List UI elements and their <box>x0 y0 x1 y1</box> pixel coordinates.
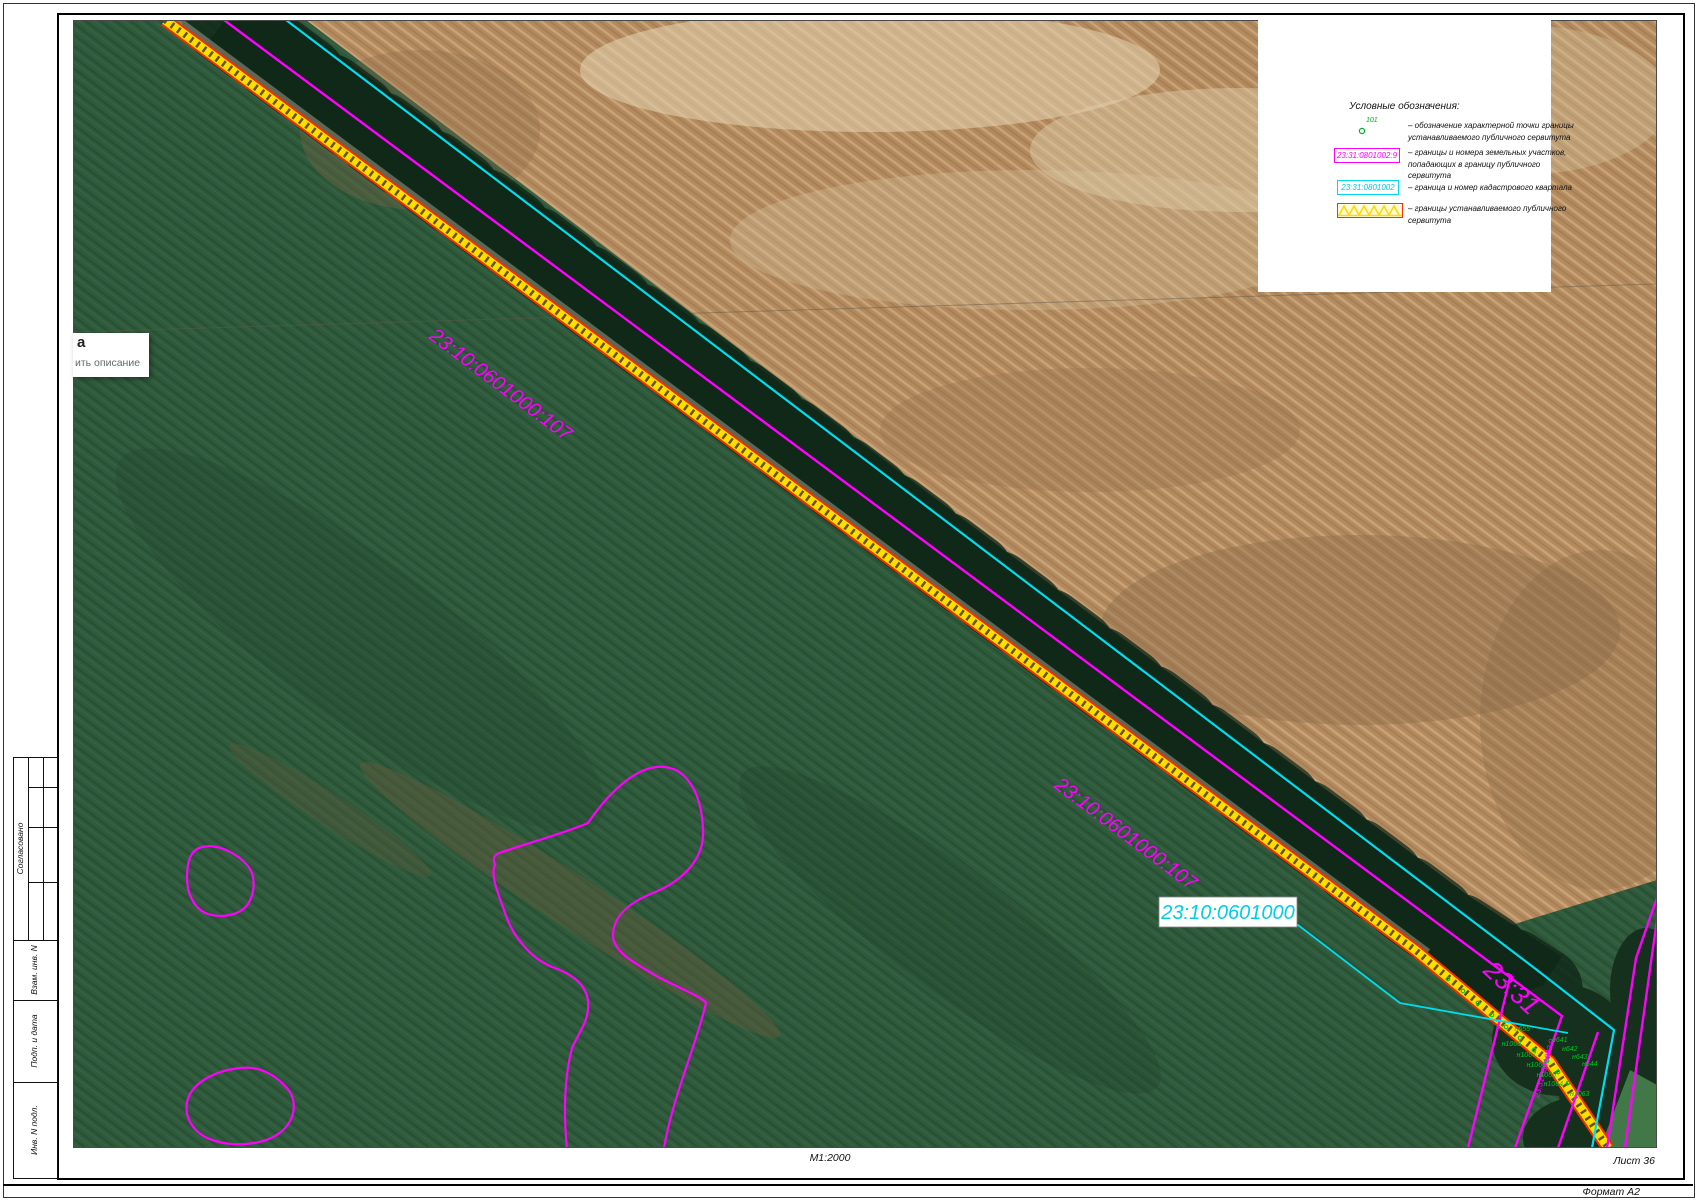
titleblock-approved-label: Согласовано <box>13 757 28 940</box>
frame-bottom-line <box>3 1184 1693 1186</box>
titleblock-grid-v1 <box>28 757 29 940</box>
sheet-number-label: Лист 36 <box>1540 1155 1655 1167</box>
scale-label: М1:2000 <box>770 1152 890 1164</box>
titleblock-podp-label: Подп. и дата <box>27 1000 42 1082</box>
titleblock-grid-h3 <box>28 882 57 883</box>
titleblock-vzam-label: Взам. инв. N <box>27 940 42 1000</box>
titleblock-inv-label: Инв. N подл. <box>27 1082 42 1178</box>
titleblock-grid-h1 <box>28 787 57 788</box>
titleblock-grid-h2 <box>28 827 57 828</box>
drawing-frame <box>57 13 1685 1180</box>
format-label: Формат А2 <box>1480 1186 1640 1198</box>
titleblock-grid-v2 <box>43 757 44 940</box>
drawing-sheet: 23:10:0601000 23:10:0601000:107 23:10:06… <box>0 0 1697 1200</box>
